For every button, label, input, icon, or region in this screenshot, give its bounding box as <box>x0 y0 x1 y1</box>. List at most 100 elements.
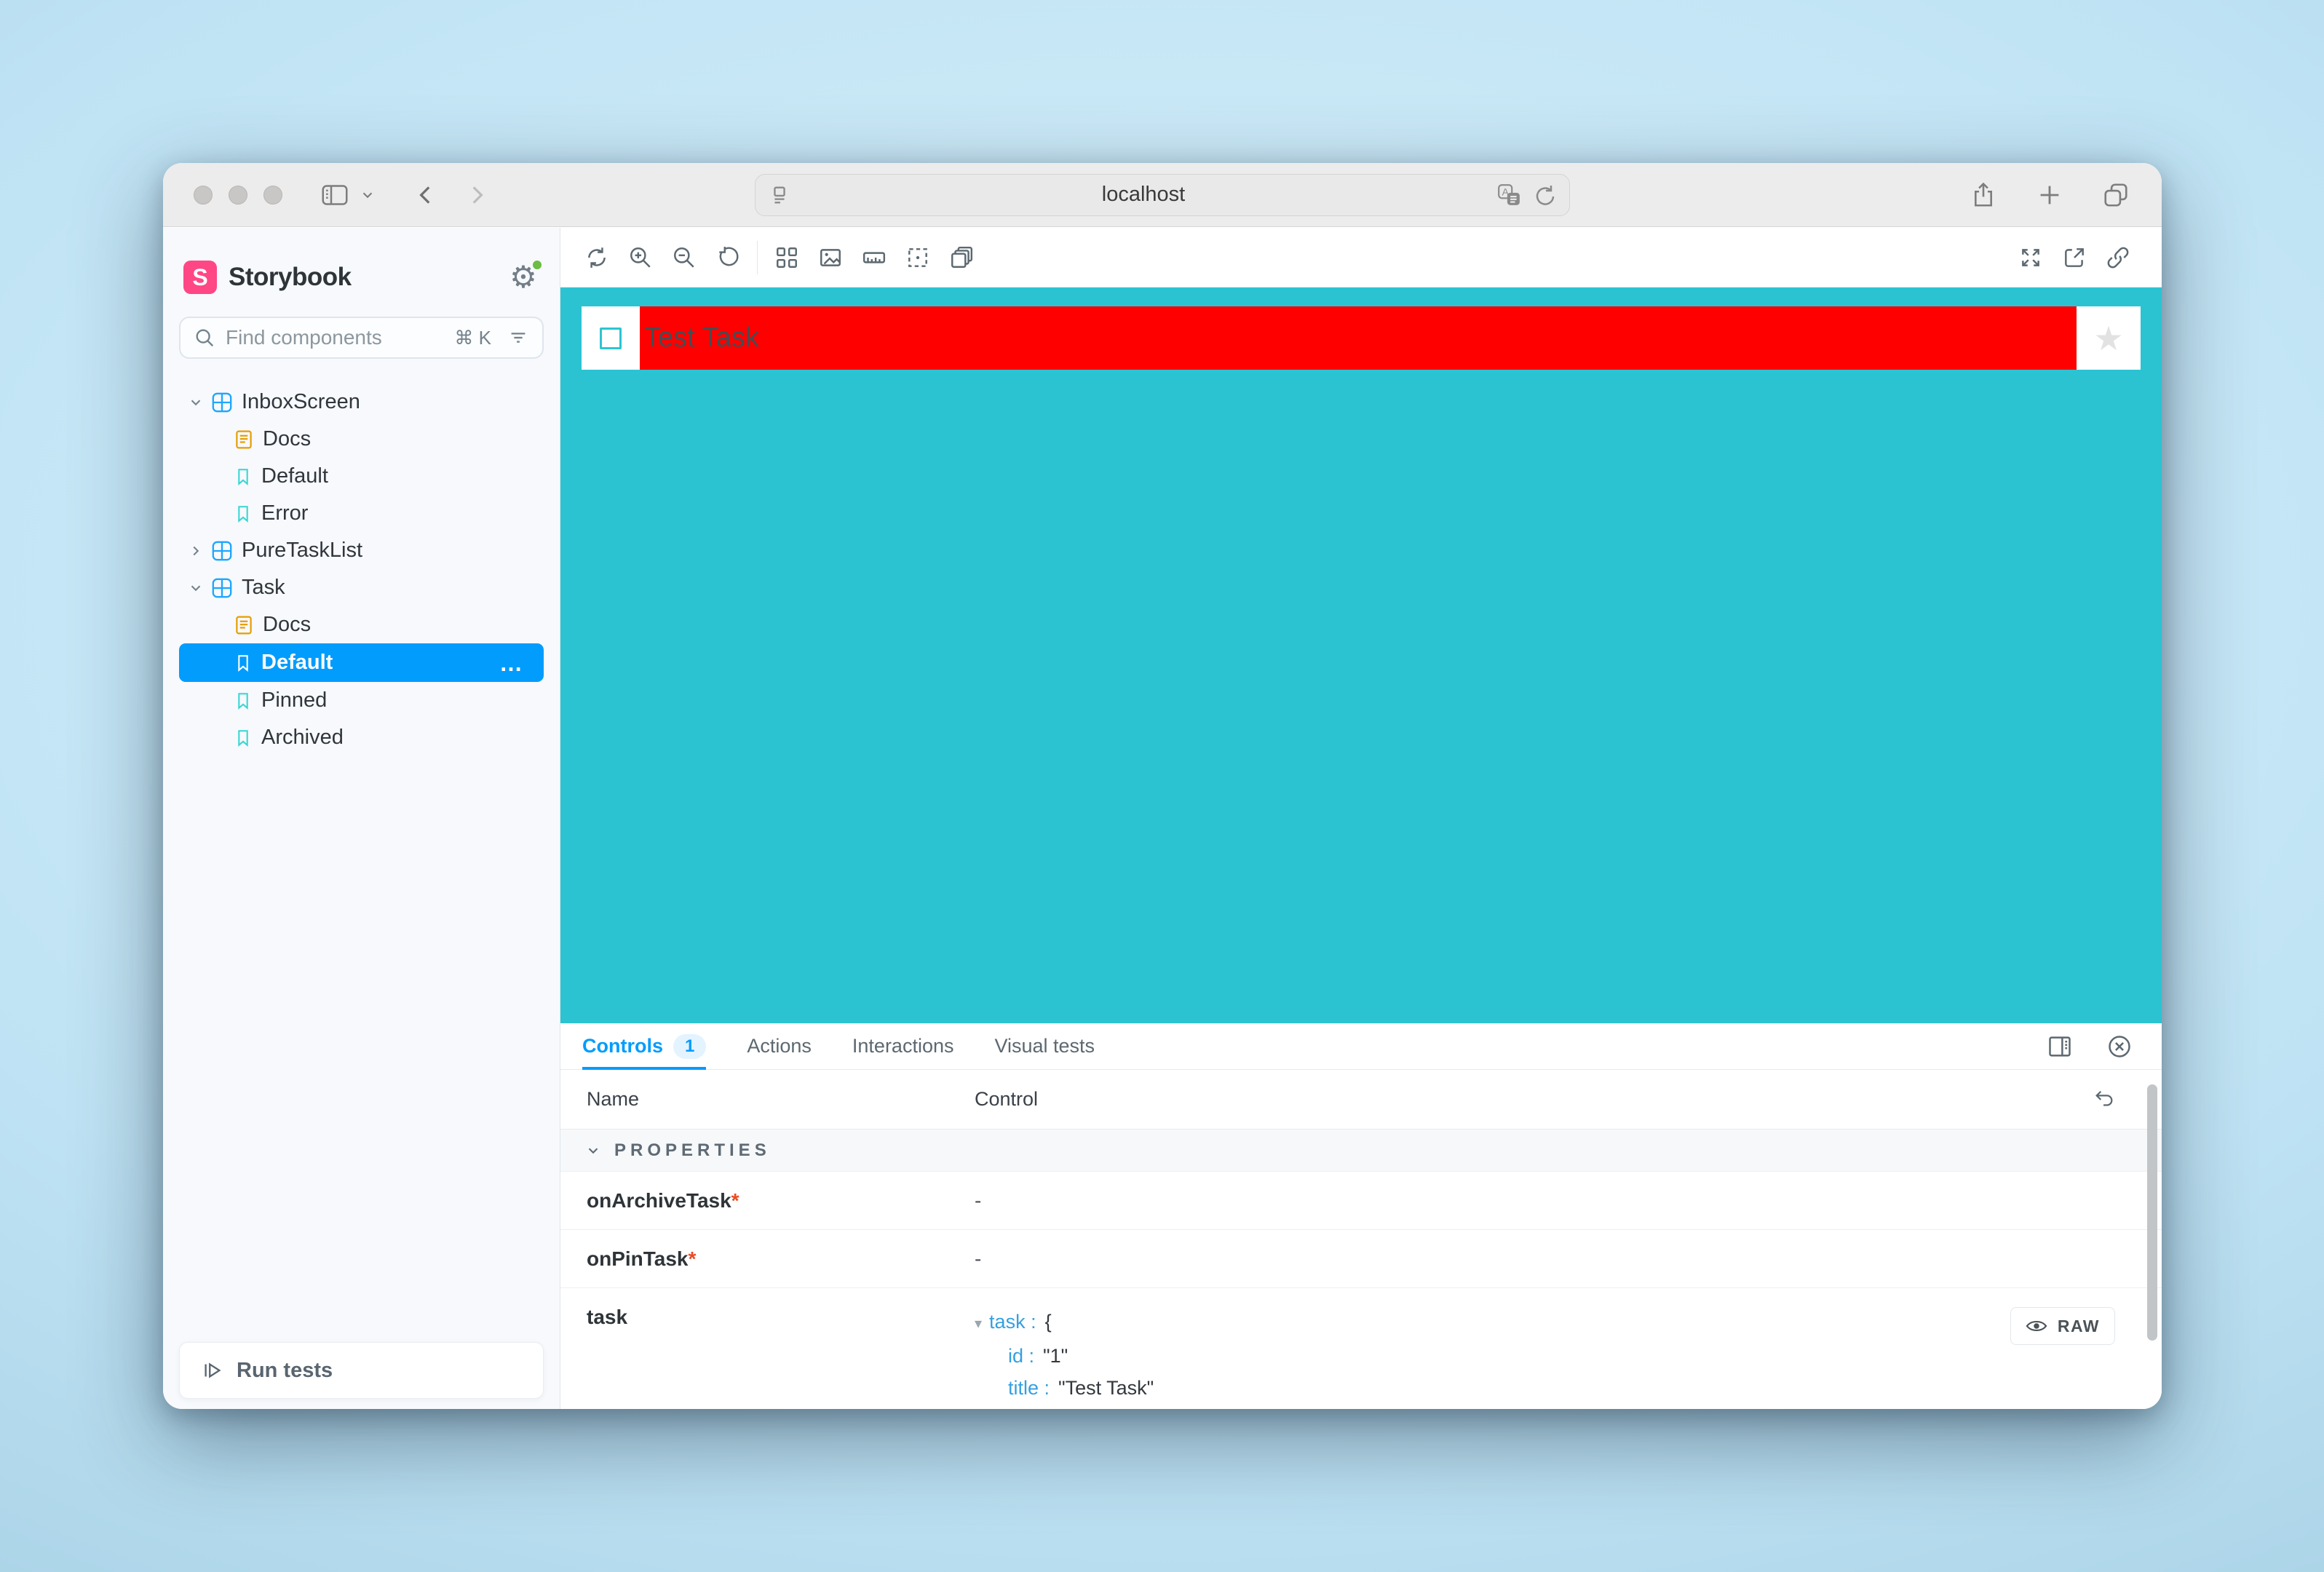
task-checkbox[interactable] <box>600 328 622 349</box>
sidebar-item-inboxscreen[interactable]: InboxScreen <box>163 384 560 421</box>
reload-icon[interactable] <box>1533 183 1556 207</box>
star-icon: ★ <box>2093 322 2123 355</box>
panel-scrollbar[interactable] <box>2147 1084 2157 1341</box>
json-entry-id[interactable]: id :"1" <box>975 1340 1206 1372</box>
sidebar-chevron-icon[interactable] <box>360 187 376 203</box>
component-icon <box>211 540 233 562</box>
story-bookmark-icon <box>234 467 253 487</box>
tree-label: Error <box>261 501 308 525</box>
measure-icon[interactable] <box>852 236 896 279</box>
fullscreen-icon[interactable] <box>2009 236 2053 279</box>
open-external-icon[interactable] <box>2053 236 2096 279</box>
tab-interactions[interactable]: Interactions <box>852 1023 954 1069</box>
zoom-out-icon[interactable] <box>662 236 706 279</box>
chevron-down-icon[interactable] <box>188 580 204 596</box>
translate-icon[interactable]: A <box>1496 183 1521 207</box>
json-root-line[interactable]: ▾task :{ <box>975 1306 1206 1340</box>
column-control: Control <box>975 1088 1038 1111</box>
sidebar-item-task-archived[interactable]: Archived <box>163 719 560 756</box>
json-entry-state[interactable]: state :"TASK_INBOX" <box>975 1404 1206 1409</box>
settings-button[interactable]: ⚙ <box>506 260 541 295</box>
run-tests-button[interactable]: Run tests <box>179 1342 544 1399</box>
remount-icon[interactable] <box>575 236 619 279</box>
sidebar-item-inboxscreen-docs[interactable]: Docs <box>163 421 560 458</box>
new-tab-icon[interactable] <box>2037 182 2063 208</box>
prop-control-value: - <box>975 1247 981 1271</box>
raw-toggle-button[interactable]: RAW <box>2010 1307 2115 1345</box>
run-tests-label: Run tests <box>237 1359 333 1383</box>
address-bar[interactable]: localhost A <box>755 174 1570 216</box>
tab-label: Visual tests <box>994 1035 1095 1057</box>
tab-actions[interactable]: Actions <box>747 1023 812 1069</box>
task-checkbox-cell <box>582 306 640 370</box>
sidebar-item-puretasklist[interactable]: PureTaskList <box>163 532 560 569</box>
chevron-down-icon <box>585 1143 601 1159</box>
minimize-button[interactable] <box>229 186 247 205</box>
reader-icon[interactable] <box>769 184 790 206</box>
prop-name: onPinTask* <box>587 1247 975 1271</box>
tree-label: Archived <box>261 726 344 750</box>
canvas-toolbar-right <box>2009 236 2140 279</box>
background-toggle-icon[interactable] <box>809 236 852 279</box>
docs-icon <box>234 615 254 635</box>
tabs-overview-icon[interactable] <box>2102 181 2130 209</box>
tab-visual-tests[interactable]: Visual tests <box>994 1023 1095 1069</box>
control-row-onpintask: onPinTask* - <box>560 1230 2162 1288</box>
copy-link-icon[interactable] <box>2096 236 2140 279</box>
collapse-triangle-icon: ▾ <box>975 1316 982 1332</box>
tab-controls[interactable]: Controls 1 <box>582 1023 706 1069</box>
toolbar-divider <box>757 241 758 274</box>
sidebar-item-inboxscreen-default[interactable]: Default <box>163 458 560 495</box>
zoom-button[interactable] <box>263 186 282 205</box>
chevron-down-icon[interactable] <box>188 394 204 410</box>
grid-toggle-icon[interactable] <box>765 236 809 279</box>
story-bookmark-icon <box>234 691 253 711</box>
tree-label: Docs <box>263 613 311 637</box>
task-pin-cell[interactable]: ★ <box>2077 306 2141 370</box>
share-icon[interactable] <box>1970 181 1997 209</box>
component-icon <box>211 577 233 599</box>
search-input[interactable]: Find components ⌘ K <box>179 317 544 359</box>
sidebar-item-task-pinned[interactable]: Pinned <box>163 682 560 719</box>
browser-window: localhost A <box>163 163 2162 1409</box>
section-title: PROPERTIES <box>614 1140 771 1161</box>
reset-zoom-icon[interactable] <box>706 236 750 279</box>
addons-panel: Controls 1 Actions Interactions Visual t… <box>560 1023 2162 1409</box>
panel-position-icon[interactable] <box>2047 1033 2073 1060</box>
sidebar-item-inboxscreen-error[interactable]: Error <box>163 495 560 532</box>
sidebar-item-task[interactable]: Task <box>163 569 560 606</box>
reset-controls-icon[interactable] <box>2093 1089 2115 1111</box>
task-list-item: Test Task ★ <box>582 306 2141 370</box>
component-icon <box>211 392 233 413</box>
filter-icon[interactable] <box>507 327 529 349</box>
json-tree-control[interactable]: ▾task :{ id :"1" title :"Test Task" stat… <box>975 1306 1206 1409</box>
status-dot <box>531 258 544 271</box>
story-layers-icon[interactable] <box>940 236 983 279</box>
task-title-cell[interactable]: Test Task <box>640 306 2077 370</box>
sidebar-toggle-icon[interactable] <box>320 180 349 210</box>
canvas-toolbar <box>560 228 2162 287</box>
component-tree: InboxScreen Docs Default Error <box>163 384 560 756</box>
sidebar: S Storybook ⚙ Find components ⌘ K <box>163 228 560 1409</box>
forward-icon[interactable] <box>464 183 489 207</box>
tree-label: Pinned <box>261 688 327 712</box>
sidebar-header: S Storybook ⚙ <box>183 260 541 295</box>
json-entry-title[interactable]: title :"Test Task" <box>975 1372 1206 1404</box>
close-panel-icon[interactable] <box>2106 1033 2133 1060</box>
tab-label: Controls <box>582 1035 663 1057</box>
chevron-right-icon[interactable] <box>188 543 204 559</box>
prop-name: onArchiveTask* <box>587 1189 975 1212</box>
raw-label: RAW <box>2058 1317 2100 1336</box>
outline-toggle-icon[interactable] <box>896 236 940 279</box>
task-title: Test Task <box>644 322 759 354</box>
properties-section-header[interactable]: PROPERTIES <box>560 1130 2162 1172</box>
controls-table-header: Name Control <box>560 1070 2162 1130</box>
storybook-app: S Storybook ⚙ Find components ⌘ K <box>163 228 2162 1409</box>
close-button[interactable] <box>194 186 213 205</box>
zoom-in-icon[interactable] <box>619 236 662 279</box>
eye-icon <box>2026 1315 2047 1337</box>
sidebar-item-task-default-selected[interactable]: Default … <box>179 643 544 682</box>
sidebar-item-task-docs[interactable]: Docs <box>163 606 560 643</box>
story-canvas: Test Task ★ <box>560 287 2162 1023</box>
back-icon[interactable] <box>413 183 438 207</box>
